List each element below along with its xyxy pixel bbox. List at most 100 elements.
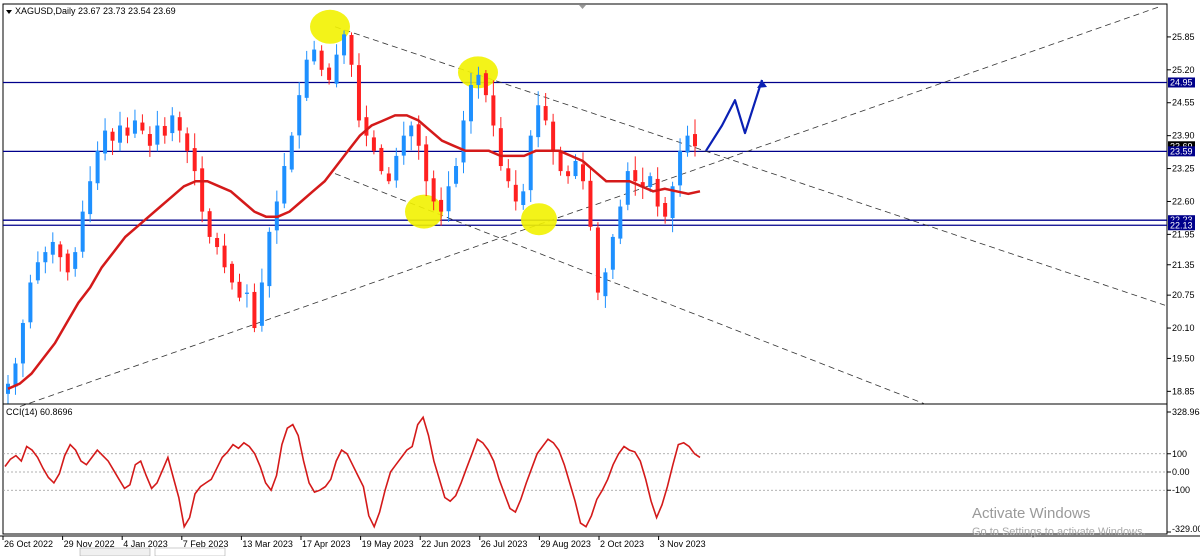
candle-body bbox=[633, 170, 638, 182]
candle-body bbox=[528, 135, 533, 191]
time-axis: 26 Oct 2022 29 Nov 2022 4 Jan 2023 7 Feb 20… bbox=[2, 536, 706, 549]
candle-body bbox=[513, 184, 518, 202]
candle-body bbox=[162, 125, 167, 136]
candle-body bbox=[566, 171, 571, 177]
candle-body bbox=[439, 199, 444, 212]
candle-body bbox=[155, 125, 160, 145]
symbol-info: XAGUSD,Daily 23.67 23.73 23.54 23.69 bbox=[15, 6, 176, 16]
time-tick-label: 7 Feb 2023 bbox=[183, 539, 229, 549]
price-tick-label: 21.35 bbox=[1172, 260, 1195, 270]
candle-body bbox=[625, 171, 630, 205]
candle-body bbox=[289, 135, 294, 170]
candle-body bbox=[58, 244, 63, 258]
candle-body bbox=[379, 147, 384, 172]
candle-body bbox=[312, 49, 317, 62]
time-tick-label: 13 Mar 2023 bbox=[242, 539, 293, 549]
candle-body bbox=[468, 85, 473, 122]
price-tick-label: 19.50 bbox=[1172, 353, 1195, 363]
price-tick-label: 23.90 bbox=[1172, 131, 1195, 141]
candle-body bbox=[319, 50, 324, 70]
candle-body bbox=[551, 121, 556, 151]
candle-body bbox=[88, 181, 93, 215]
candle-body bbox=[655, 178, 660, 207]
candle-body bbox=[125, 127, 130, 136]
candle-body bbox=[685, 135, 690, 153]
cci-tick-label: 100 bbox=[1172, 449, 1187, 459]
candle-body bbox=[13, 363, 18, 387]
candle-body bbox=[536, 105, 541, 138]
price-tick-label: 25.20 bbox=[1172, 65, 1195, 75]
candlestick-series bbox=[6, 30, 697, 404]
time-tick-label: 4 Jan 2023 bbox=[123, 539, 168, 549]
price-tag-label: 23.59 bbox=[1170, 146, 1193, 156]
projection-arrowhead bbox=[757, 79, 767, 88]
candle-body bbox=[498, 128, 503, 167]
candle-body bbox=[558, 150, 563, 172]
pivot-highlight-circle bbox=[405, 194, 443, 229]
candle-body bbox=[618, 206, 623, 239]
candle-body bbox=[603, 272, 608, 297]
time-tick-label: 29 Nov 2022 bbox=[64, 539, 115, 549]
candle-body bbox=[461, 120, 466, 163]
candle-body bbox=[192, 148, 197, 172]
candle-body bbox=[95, 150, 100, 184]
candle-body bbox=[431, 178, 436, 202]
candle-body bbox=[177, 117, 182, 131]
indicator-label: CCI(14) 60.8696 bbox=[6, 407, 73, 417]
candle-body bbox=[663, 203, 668, 217]
price-tick-label: 20.10 bbox=[1172, 323, 1195, 333]
activation-watermark-subtitle: Go to Settings to activate Windows. bbox=[972, 526, 1146, 538]
time-tick-label: 26 Jul 2023 bbox=[481, 539, 528, 549]
candle-body bbox=[416, 124, 421, 146]
time-tick-label: 19 May 2023 bbox=[362, 539, 414, 549]
candle-body bbox=[573, 160, 578, 177]
scroll-tab[interactable] bbox=[79, 547, 151, 556]
candle-body bbox=[267, 231, 272, 287]
candle-body bbox=[588, 180, 593, 227]
candle-body bbox=[476, 74, 481, 85]
candle-body bbox=[327, 67, 332, 80]
candle-body bbox=[147, 134, 152, 146]
price-tick-label: 18.85 bbox=[1172, 386, 1195, 396]
candle-body bbox=[521, 191, 526, 205]
candle-body bbox=[252, 291, 257, 329]
candle-body bbox=[401, 135, 406, 156]
projection-arrow bbox=[705, 79, 767, 152]
symbol-menu-icon[interactable] bbox=[6, 10, 12, 14]
candle-body bbox=[394, 155, 399, 181]
candle-body bbox=[200, 168, 205, 212]
candle-body bbox=[73, 252, 78, 269]
candle-body bbox=[132, 120, 137, 134]
time-tick-label: 2 Oct 2023 bbox=[600, 539, 644, 549]
time-tick-label: 3 Nov 2023 bbox=[660, 539, 706, 549]
candle-body bbox=[110, 131, 115, 141]
scroll-tab[interactable] bbox=[154, 547, 226, 556]
time-tick-label: 17 Apr 2023 bbox=[302, 539, 351, 549]
chart-canvas: XAGUSD,Daily 23.67 23.73 23.54 23.69 25.… bbox=[0, 3, 1200, 556]
price-tick-label: 24.55 bbox=[1172, 98, 1195, 108]
price-tick-label: 22.60 bbox=[1172, 196, 1195, 206]
price-tick-label: 23.25 bbox=[1172, 164, 1195, 174]
candle-body bbox=[506, 168, 511, 182]
candle-body bbox=[446, 186, 451, 212]
candle-body bbox=[693, 134, 697, 147]
candle-body bbox=[580, 164, 585, 182]
cci-tick-label: -100 bbox=[1172, 485, 1190, 495]
cci-tick-label: 328.964 bbox=[1172, 407, 1200, 417]
candle-body bbox=[20, 322, 25, 364]
candle-body bbox=[342, 34, 347, 56]
candle-body bbox=[454, 166, 459, 184]
candle-body bbox=[595, 227, 600, 293]
price-tick-label: 20.75 bbox=[1172, 290, 1195, 300]
price-tick-label: 25.85 bbox=[1172, 32, 1195, 42]
candle-body bbox=[43, 252, 48, 263]
cci-tick-label: -329.00 bbox=[1172, 524, 1200, 534]
chart-scroll-icon[interactable] bbox=[579, 5, 586, 9]
candle-body bbox=[35, 262, 40, 281]
candle-body bbox=[103, 130, 108, 154]
candle-body bbox=[364, 117, 369, 136]
candle-body bbox=[386, 173, 391, 182]
candle-body bbox=[237, 281, 242, 298]
time-tick-label: 29 Aug 2023 bbox=[540, 539, 591, 549]
candle-body bbox=[356, 65, 361, 121]
